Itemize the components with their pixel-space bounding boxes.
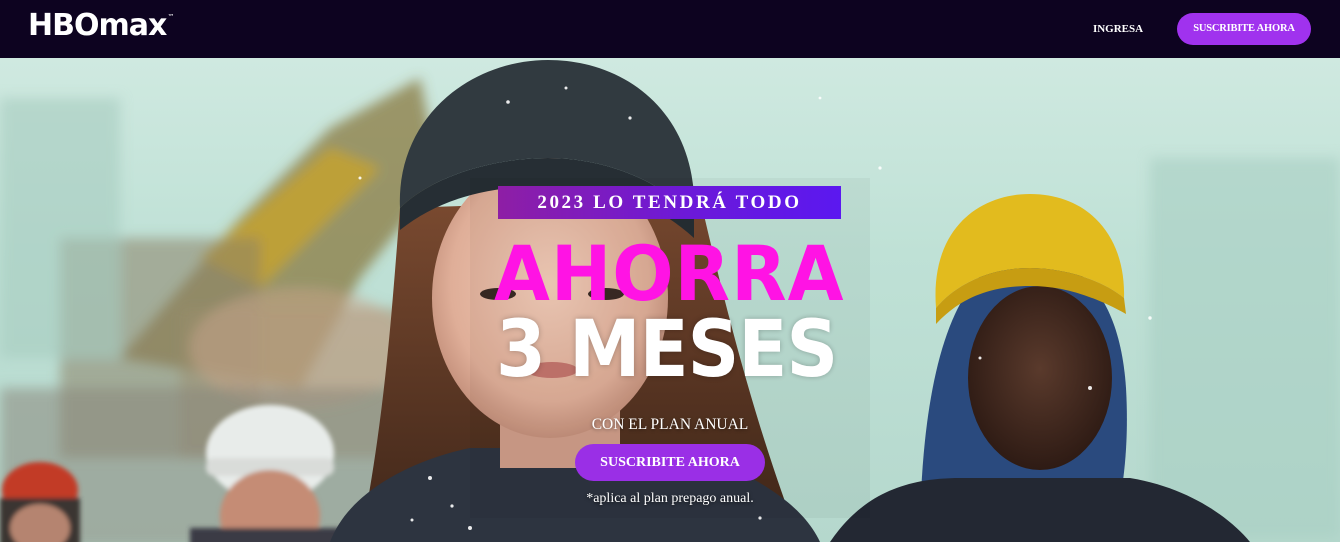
headline-line-2: 3 MESES xyxy=(496,305,838,395)
top-nav: HBOmax ™ INGRESA SUSCRIBITE AHORA xyxy=(0,0,1340,58)
logo-wordmark: HBOmax xyxy=(28,8,167,43)
hero-subscribe-button[interactable]: SUSCRIBITE AHORA xyxy=(575,444,765,481)
headline-line-1: AHORRA xyxy=(494,229,845,318)
hbo-max-logo[interactable]: HBOmax ™ xyxy=(28,9,174,43)
disclaimer-text: *aplica al plan prepago anual. xyxy=(586,491,754,506)
login-link[interactable]: INGRESA xyxy=(1076,19,1160,39)
logo-trademark: ™ xyxy=(167,13,175,21)
hero-banner: 2023 LO TENDRÁ TODO AHORRA 3 MESES CON E… xyxy=(0,58,1340,542)
promo-tag: 2023 LO TENDRÁ TODO xyxy=(498,186,841,219)
subscribe-button[interactable]: SUSCRIBITE AHORA xyxy=(1177,13,1311,45)
plan-text: CON EL PLAN ANUAL xyxy=(591,416,749,433)
